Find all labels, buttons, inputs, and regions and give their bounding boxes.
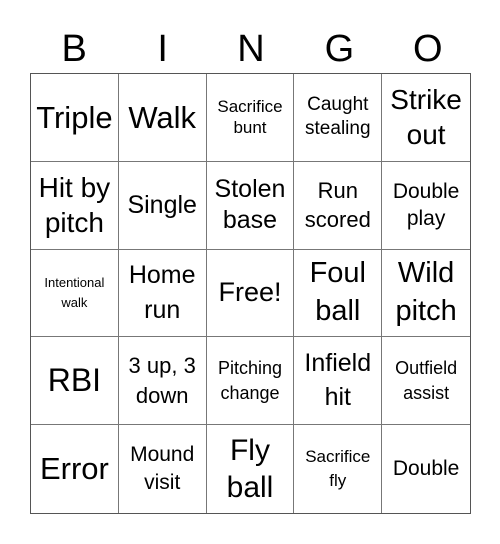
cell-label: Double play	[392, 179, 460, 231]
bingo-cell[interactable]: Strike out	[382, 74, 470, 162]
bingo-cell[interactable]: Mound visit	[119, 425, 207, 513]
bingo-cell[interactable]: Walk	[118, 74, 207, 162]
bingo-cell[interactable]: RBI	[31, 337, 119, 426]
cell-label: Infield hit	[304, 349, 372, 411]
bingo-grid: Triple Walk Sacrifice bunt Caught steali…	[30, 73, 471, 514]
bingo-cell[interactable]: Error	[31, 425, 119, 513]
bingo-cell[interactable]: Caught stealing	[294, 74, 383, 162]
bingo-cell[interactable]: Run scored	[294, 161, 383, 250]
header-letter-n: N	[237, 28, 265, 70]
cell-label: Caught stealing	[305, 93, 371, 140]
header-letter-b: B	[61, 28, 87, 70]
header-letter-i: I	[157, 28, 168, 70]
cell-label: Strike out	[390, 84, 462, 151]
bingo-header: B I N G O	[30, 26, 472, 72]
cell-label: 3 up, 3 down	[128, 353, 196, 408]
bingo-cell[interactable]: Double	[382, 425, 470, 513]
free-space-label: Free!	[218, 277, 282, 308]
cell-label: Intentional walk	[44, 275, 105, 310]
cell-label: Foul ball	[309, 257, 366, 327]
bingo-cell[interactable]: Double play	[382, 162, 470, 250]
bingo-cell[interactable]: Wild pitch	[382, 250, 470, 338]
bingo-cell free-space[interactable]: Free!	[206, 249, 295, 338]
cell-label: Single	[127, 190, 197, 219]
cell-label: Stolen base	[214, 174, 286, 235]
cell-label: Outfield assist	[395, 357, 458, 403]
bingo-cell[interactable]: Foul ball	[294, 249, 383, 338]
bingo-cell[interactable]: Pitching change	[206, 337, 295, 426]
bingo-cell[interactable]: Triple	[31, 74, 119, 162]
bingo-cell[interactable]: Sacrifice fly	[294, 425, 383, 513]
bingo-cell[interactable]: Hit by pitch	[31, 161, 119, 250]
cell-label: Sacrifice fly	[305, 447, 371, 491]
cell-label: RBI	[47, 362, 102, 399]
cell-label: Walk	[128, 99, 197, 135]
cell-label: Mound visit	[130, 442, 195, 495]
cell-label: Sacrifice bunt	[217, 97, 283, 138]
cell-label: Home run	[128, 260, 196, 324]
bingo-cell[interactable]: Single	[118, 161, 207, 250]
cell-label: Fly ball	[226, 433, 274, 505]
cell-label: Double	[392, 457, 460, 481]
header-letter-o: O	[413, 28, 443, 70]
bingo-cell[interactable]: Sacrifice bunt	[206, 74, 295, 162]
bingo-cell[interactable]: Home run	[118, 249, 207, 338]
bingo-cell[interactable]: Stolen base	[206, 161, 295, 250]
bingo-cell[interactable]: Fly ball	[207, 425, 295, 513]
cell-label: Error	[39, 451, 109, 487]
bingo-cell[interactable]: 3 up, 3 down	[118, 337, 207, 426]
cell-label: Triple	[36, 99, 113, 135]
bingo-cell[interactable]: Infield hit	[294, 337, 383, 426]
bingo-cell[interactable]: Intentional walk	[31, 249, 119, 338]
cell-label: Wild pitch	[395, 257, 457, 327]
cell-label: Pitching change	[217, 357, 283, 403]
header-letter-g: G	[324, 28, 355, 70]
cell-label: Run scored	[304, 177, 371, 233]
bingo-cell[interactable]: Outfield assist	[382, 337, 470, 426]
cell-label: Hit by pitch	[38, 172, 111, 239]
